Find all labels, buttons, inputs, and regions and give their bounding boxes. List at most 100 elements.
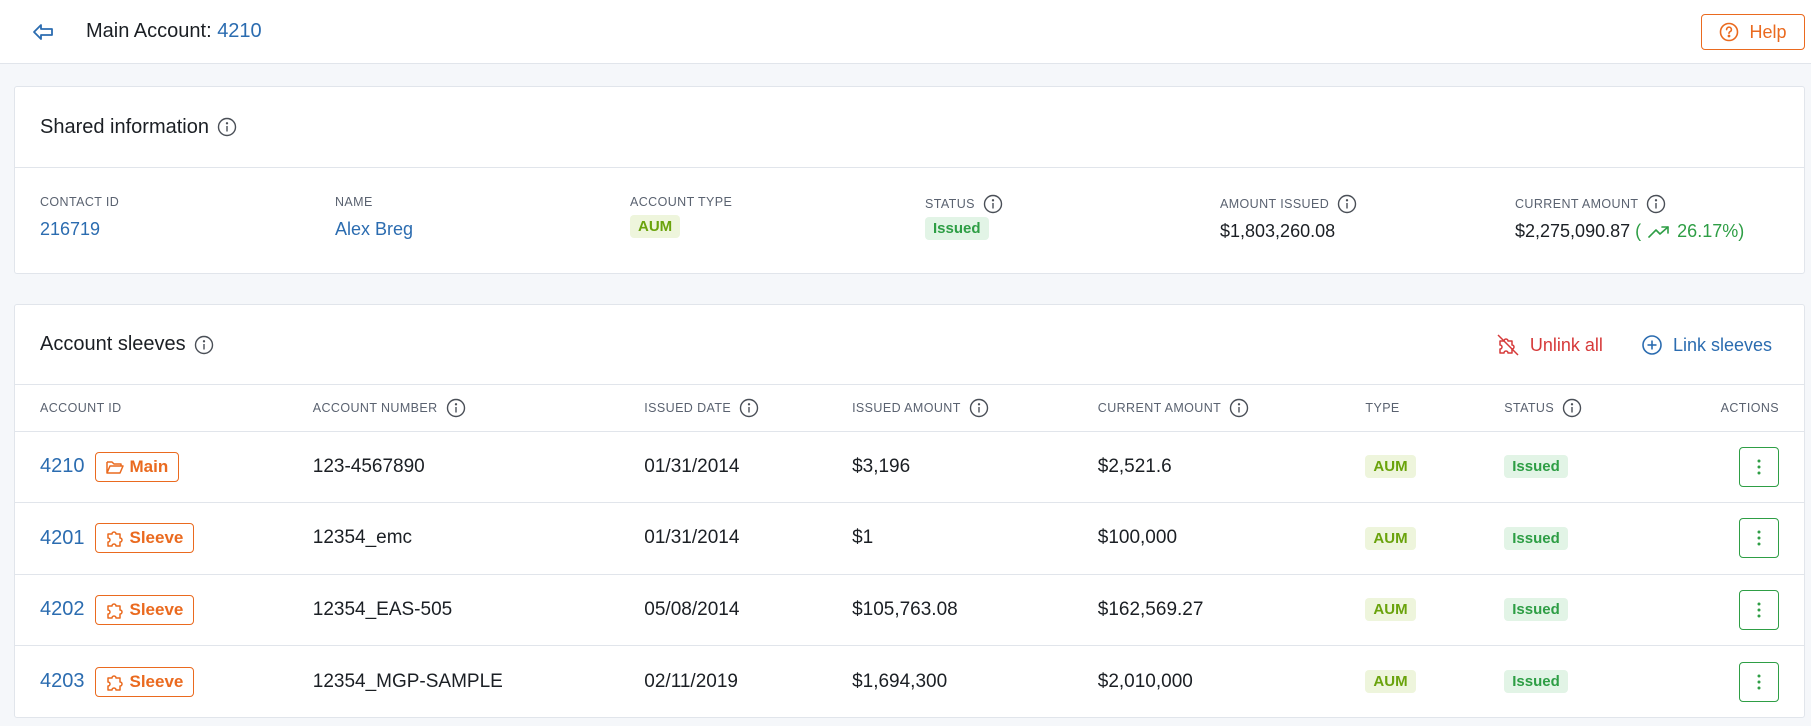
account-sleeves-card: Account sleeves Unlink all Link sleeves — [14, 304, 1805, 718]
name-field: NAME Alex Breg — [335, 191, 413, 240]
col-issued-date[interactable]: ISSUED DATE — [644, 385, 852, 431]
amount-issued-info-icon[interactable] — [1337, 194, 1357, 214]
help-button-label: Help — [1749, 21, 1787, 42]
back-button[interactable] — [28, 17, 58, 47]
contact-id-label: CONTACT ID — [40, 195, 120, 209]
page-title: Main Account: 4210 — [86, 20, 262, 43]
sleeve-tag: Sleeve — [94, 666, 195, 697]
row-issued-amount: $1 — [852, 527, 874, 549]
row-issued-date: 01/31/2014 — [644, 527, 740, 549]
col-current-amount[interactable]: CURRENT AMOUNT — [1098, 385, 1366, 431]
row-account-number: 123-4567890 — [312, 455, 425, 477]
shared-information-header: Shared information — [15, 87, 1804, 168]
row-account-number: 12354_MGP-SAMPLE — [312, 670, 503, 692]
status-col-info-icon[interactable] — [1562, 398, 1582, 418]
trending-up-icon — [1648, 226, 1669, 239]
sleeve-tag: Sleeve — [94, 594, 195, 625]
contact-id-value[interactable]: 216719 — [40, 219, 119, 240]
current-amount-label: CURRENT AMOUNT — [1515, 197, 1639, 211]
current-amount-change: ( 26.17%) — [1635, 221, 1744, 241]
row-issued-amount: $105,763.08 — [852, 598, 958, 620]
unlink-puzzle-icon — [1497, 334, 1519, 356]
col-issued-amount[interactable]: ISSUED AMOUNT — [852, 385, 1098, 431]
account-number-info-icon[interactable] — [446, 398, 466, 418]
current-amount-value: $2,275,090.87 — [1515, 221, 1631, 241]
sleeve-tag: Sleeve — [94, 523, 195, 554]
sleeves-table: ACCOUNT ID ACCOUNT NUMBER ISSUED DATE IS… — [15, 385, 1804, 717]
back-arrow-icon — [33, 23, 53, 40]
col-actions: ACTIONS — [1720, 400, 1779, 415]
issued-date-info-icon[interactable] — [739, 398, 759, 418]
kebab-menu-icon — [1757, 459, 1761, 475]
amount-issued-label: AMOUNT ISSUED — [1220, 197, 1330, 211]
current-amount-label-row: CURRENT AMOUNT — [1515, 193, 1744, 215]
row-actions-menu-button[interactable] — [1739, 661, 1779, 702]
row-account-number: 12354_EAS-505 — [312, 598, 453, 620]
row-issued-amount: $3,196 — [852, 455, 911, 477]
row-status-badge: Issued — [1504, 670, 1568, 693]
account-type-badge: AUM — [630, 215, 681, 238]
row-account-id[interactable]: 4201 — [40, 527, 85, 550]
amount-issued-field: AMOUNT ISSUED $1,803,260.08 — [1220, 193, 1357, 242]
shared-info-icon[interactable] — [217, 117, 237, 137]
current-amount-field: CURRENT AMOUNT $2,275,090.87 ( 26.17%) — [1515, 193, 1744, 242]
col-status[interactable]: STATUS — [1504, 385, 1704, 431]
current-amount-info-icon[interactable] — [1646, 194, 1666, 214]
help-circle-icon — [1720, 22, 1739, 42]
help-button[interactable]: Help — [1701, 14, 1805, 50]
row-account-id[interactable]: 4210 — [40, 455, 85, 478]
col-type[interactable]: TYPE — [1365, 385, 1504, 431]
issued-amount-info-icon[interactable] — [969, 398, 989, 418]
col-account-number[interactable]: ACCOUNT NUMBER — [313, 385, 645, 431]
row-type-badge: AUM — [1365, 455, 1416, 479]
table-row: 4202 Sleeve 12354_EAS-505 05/08/2014 $10… — [15, 574, 1804, 646]
shared-information-card: Shared information CONTACT ID 216719 NAM… — [14, 86, 1805, 274]
sleeves-header-actions: Unlink all Link sleeves — [1496, 305, 1772, 385]
current-amount-row: $2,275,090.87 ( 26.17%) — [1515, 221, 1744, 242]
row-current-amount: $162,569.27 — [1097, 598, 1204, 620]
row-actions-menu-button[interactable] — [1739, 446, 1779, 487]
row-status-badge: Issued — [1504, 526, 1568, 550]
status-label: STATUS — [925, 197, 975, 211]
kebab-menu-icon — [1757, 602, 1761, 618]
row-current-amount: $2,521.6 — [1097, 455, 1172, 477]
unlink-all-label: Unlink all — [1529, 334, 1603, 355]
row-type-badge: AUM — [1365, 598, 1416, 622]
kebab-menu-icon — [1757, 530, 1761, 546]
link-sleeves-button[interactable]: Link sleeves — [1641, 334, 1772, 356]
current-amount-col-info-icon[interactable] — [1229, 398, 1249, 418]
main-tag: Main — [94, 451, 180, 482]
row-actions-menu-button[interactable] — [1739, 589, 1779, 630]
contact-id-field: CONTACT ID 216719 — [40, 191, 119, 240]
row-current-amount: $100,000 — [1097, 527, 1178, 549]
kebab-menu-icon — [1757, 674, 1761, 689]
col-account-id[interactable]: ACCOUNT ID — [15, 385, 313, 431]
table-row: 4201 Sleeve 12354_emc 01/31/2014 $1 $100… — [15, 503, 1804, 574]
row-account-id[interactable]: 4203 — [40, 670, 85, 693]
row-actions-menu-button[interactable] — [1739, 518, 1779, 559]
sleeves-info-icon[interactable] — [194, 335, 214, 355]
table-header-row: ACCOUNT ID ACCOUNT NUMBER ISSUED DATE IS… — [15, 385, 1804, 431]
row-issued-amount: $1,694,300 — [852, 670, 948, 692]
puzzle-icon — [106, 531, 123, 547]
status-badge: Issued — [925, 217, 989, 240]
folder-open-icon — [105, 461, 124, 474]
page-title-prefix: Main Account: — [86, 20, 218, 42]
puzzle-icon — [106, 603, 123, 619]
main-account-number[interactable]: 4210 — [217, 20, 262, 42]
amount-issued-value: $1,803,260.08 — [1220, 221, 1336, 241]
row-type-badge: AUM — [1365, 526, 1416, 550]
change-open-paren: ( — [1635, 221, 1642, 241]
row-issued-date: 05/08/2014 — [644, 598, 740, 620]
plus-circle-icon — [1642, 335, 1662, 355]
link-sleeves-label: Link sleeves — [1672, 334, 1772, 355]
change-percent: 26.17%) — [1677, 221, 1745, 241]
row-issued-date: 02/11/2019 — [644, 670, 738, 692]
amount-issued-label-row: AMOUNT ISSUED — [1220, 193, 1357, 215]
name-label: NAME — [335, 195, 373, 209]
unlink-all-button[interactable]: Unlink all — [1496, 333, 1603, 357]
name-value[interactable]: Alex Breg — [335, 219, 413, 240]
status-label-row: STATUS — [925, 193, 1003, 215]
status-info-icon[interactable] — [983, 194, 1003, 214]
row-account-id[interactable]: 4202 — [40, 598, 85, 621]
